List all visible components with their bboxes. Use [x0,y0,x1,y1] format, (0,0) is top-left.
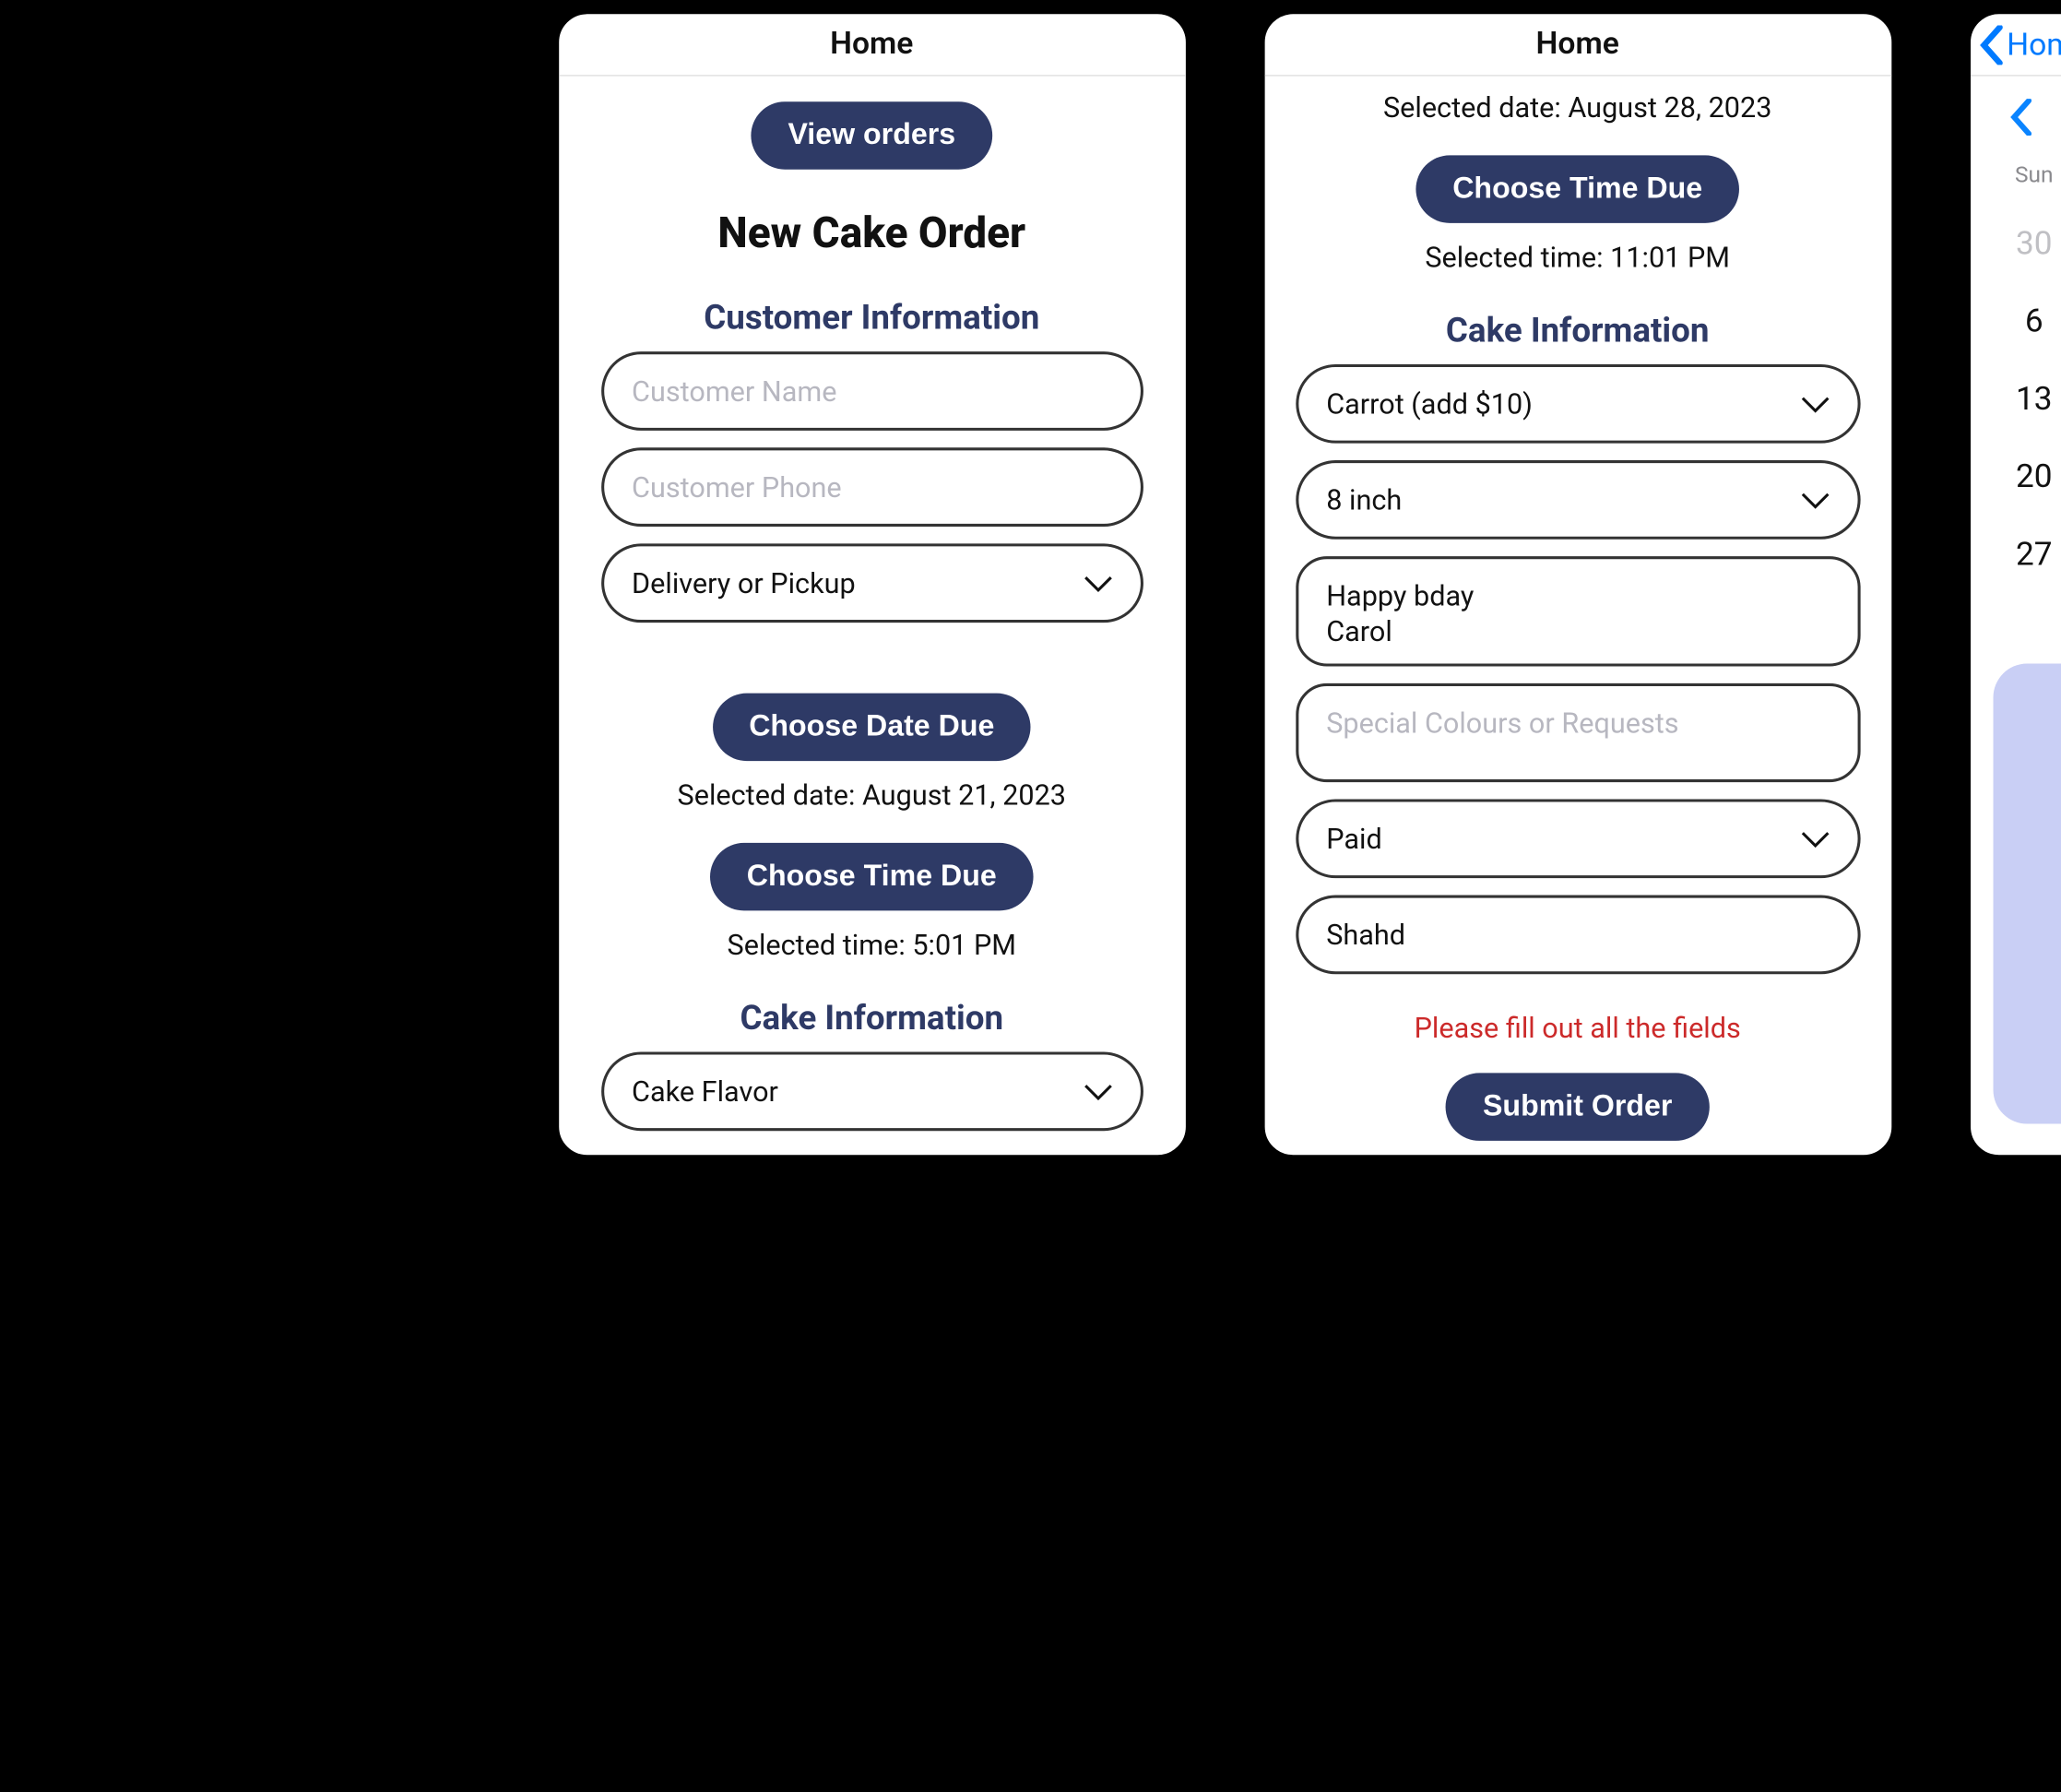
order-flavor: Cake Flavor: Carrot (add $10) [2012,954,2061,990]
order-size: Cake Size: Half slab [2012,991,2061,1027]
calendar-day[interactable]: 20 [1993,438,2061,516]
writing-field[interactable]: Happy bday Carol [1296,557,1860,667]
calendar-day[interactable]: 13 [1993,361,2061,438]
paid-value: Paid [1326,823,1800,857]
cake-flavor-select[interactable]: Cake Flavor [600,1052,1143,1132]
form-heading: New Cake Order [717,209,1025,259]
cake-size-select[interactable]: 8 inch [1296,461,1860,540]
back-label: Home [2007,29,2061,64]
cake-flavor-value: Cake Flavor [632,1075,1084,1110]
order-cake-info-heading: Cake Info [2012,914,2061,954]
order-phone: Phone: 123 [2012,730,2061,765]
paid-select[interactable]: Paid [1296,800,1860,879]
special-requests-field[interactable]: Special Colours or Requests [1296,684,1860,783]
titlebar: Home [558,15,1185,77]
calendar-grid: SunMonTueWedThuFriSat3031123456789101112… [1993,153,2061,594]
chevron-down-icon [1084,567,1112,601]
cake-section-heading: Cake Information [1446,311,1710,350]
chevron-down-icon [1801,823,1830,857]
calendar-dow: Sun [1993,153,2061,206]
calendar-day[interactable]: 27 [1993,516,2061,593]
cal-prev-button[interactable] [2009,100,2031,142]
customer-name-placeholder: Customer Name [632,374,1111,409]
delivery-pickup-value: Delivery or Pickup [632,567,1084,601]
cake-flavor-value: Carrot (add $10) [1326,387,1800,421]
choose-time-button[interactable]: Choose Time Due [1415,156,1739,223]
screen-orders: Home Orders August 2023 SunMonTueWedThuF… [1959,4,2061,1167]
titlebar: Home Orders [1970,15,2061,77]
content-area: Selected date: August 28, 2023 Choose Ti… [1264,77,1891,1156]
customer-phone-placeholder: Customer Phone [632,470,1111,504]
customer-section-heading: Customer Information [704,299,1039,338]
chevron-down-icon [1801,387,1830,421]
back-button[interactable]: Home [1978,15,2061,77]
employee-field[interactable]: Shahd [1296,896,1860,975]
screen-home-form-top: Home View orders New Cake Order Customer… [547,4,1196,1167]
employee-value: Shahd [1326,919,1829,953]
submit-order-button[interactable]: Submit Order [1446,1074,1709,1141]
selected-time-text: Selected time: 11:01 PM [1425,241,1730,275]
order-date: on August 26, 2023 [2012,822,2061,858]
calendar-day[interactable]: 6 [1993,283,2061,361]
order-writing: Writing on Cake: [2012,1027,2061,1062]
content-area: August 2023 SunMonTueWedThuFriSat3031123… [1970,77,2061,1156]
chevron-left-icon [1978,26,2004,65]
content-area: View orders New Cake Order Customer Info… [558,77,1185,1156]
titlebar: Home [1264,15,1891,77]
order-delivery: Pickup Halifax [2012,786,2061,822]
screen-home-form-bottom: Home Selected date: August 28, 2023 Choo… [1253,4,1902,1167]
cake-flavor-select[interactable]: Carrot (add $10) [1296,365,1860,445]
order-card[interactable]: Customer: Test time Phone: 123 Pickup Ha… [1993,664,2061,1124]
writing-value: Happy bday Carol [1326,579,1829,650]
order-notes: Special Notes: [2012,1062,2061,1098]
calendar-header: August 2023 [1993,77,2061,153]
selected-date-text: Selected date: August 21, 2023 [678,778,1066,813]
cake-section-heading: Cake Information [740,999,1003,1038]
selected-time-text: Selected time: 5:01 PM [728,928,1016,962]
customer-name-field[interactable]: Customer Name [600,352,1143,432]
special-requests-placeholder: Special Colours or Requests [1326,706,1829,742]
order-customer: Customer: Test time [2012,690,2061,730]
choose-date-button[interactable]: Choose Date Due [712,694,1031,761]
order-time: at 4:47 PM [2012,858,2061,894]
page-title: Home [830,28,913,63]
view-orders-button[interactable]: View orders [752,102,992,170]
choose-time-button[interactable]: Choose Time Due [710,844,1034,911]
chevron-down-icon [1084,1075,1112,1110]
customer-phone-field[interactable]: Customer Phone [600,448,1143,528]
selected-date-text: Selected date: August 28, 2023 [1383,91,1771,125]
validation-error-text: Please fill out all the fields [1415,1012,1741,1046]
chevron-down-icon [1801,483,1830,517]
page-title: Home [1536,28,1619,63]
cake-size-value: 8 inch [1326,483,1800,517]
calendar-day[interactable]: 30 [1993,206,2061,283]
delivery-pickup-select[interactable]: Delivery or Pickup [600,544,1143,623]
